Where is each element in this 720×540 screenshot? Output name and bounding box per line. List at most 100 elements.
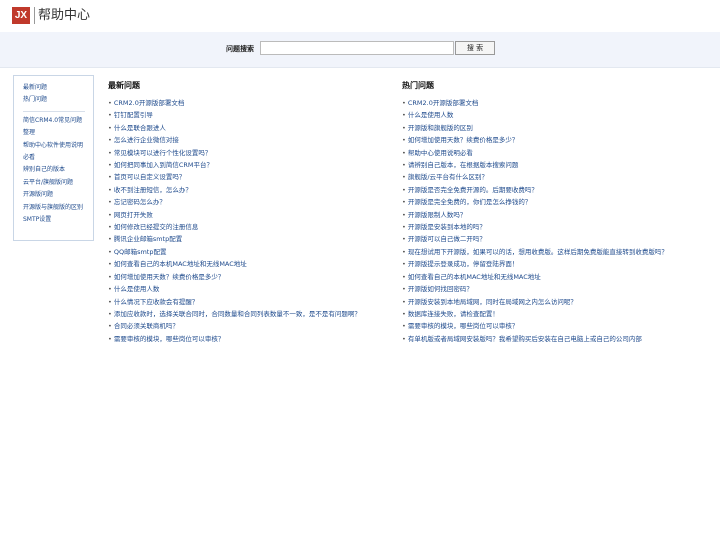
question-link[interactable]: • 如何查看自己的本机MAC地址和无线MAC地址 (108, 258, 393, 270)
site-title[interactable]: 帮助中心 (38, 6, 90, 25)
search-button[interactable]: 搜 索 (455, 41, 495, 55)
question-link[interactable]: • 收不到注册短信，怎么办？ (108, 184, 393, 196)
question-text: 如何查看自己的本机MAC地址和无线MAC地址 (407, 272, 541, 281)
question-text: 什么是使用人数 (113, 285, 160, 294)
question-link[interactable]: • CRM2.0开源版部署文档 (402, 97, 692, 109)
question-text: 什么是使用人数 (407, 111, 454, 120)
bullet-icon: • (402, 99, 406, 107)
question-link[interactable]: • 合同必须关联商机吗？ (108, 320, 393, 332)
question-link[interactable]: • 旗舰版/云平台有什么区别？ (402, 171, 692, 183)
question-text: 旗舰版/云平台有什么区别？ (407, 173, 489, 182)
bullet-icon: • (402, 309, 406, 318)
question-link[interactable]: • 如何修改已经提交的注册信息 (108, 221, 393, 233)
sidebar-item-help-guide[interactable]: 帮助中心软件使用说明 (23, 140, 93, 152)
sidebar-item-latest[interactable]: 最新问题 (23, 82, 93, 94)
question-link[interactable]: • 如何把同事加入到简信CRM平台？ (108, 159, 393, 171)
bullet-icon: • (402, 260, 406, 269)
bullet-icon: • (402, 297, 406, 306)
question-text: 开源版如何找回密码？ (407, 285, 473, 294)
question-link[interactable]: • 首页可以自定义设置吗？ (108, 171, 393, 183)
bullet-icon: • (402, 210, 406, 219)
question-link[interactable]: • 什么是使用人数 (402, 109, 692, 121)
question-link[interactable]: • 如何增加使用天数？续费价格是多少？ (402, 134, 692, 146)
question-text: 数据库连接失败，请检查配置！ (407, 309, 499, 318)
question-text: 需要审核的模块，哪些岗位可以审核？ (113, 334, 225, 343)
sidebar-item-identify-version[interactable]: 辨别自己的版本 (23, 164, 93, 176)
logo[interactable]: JX (12, 7, 30, 24)
bullet-icon: • (108, 260, 112, 269)
question-link[interactable]: • CRM2.0开源版部署文档 (108, 97, 393, 109)
question-link[interactable]: • 开源版可以自己做二开吗？ (402, 233, 692, 245)
hot-questions-section: 热门问题 • CRM2.0开源版部署文档 • 什么是使用人数 • 开源版和旗舰版的区别 • 如… (402, 81, 692, 345)
question-link[interactable]: • 开源版是完全免费的，你们是怎么挣钱的？ (402, 196, 692, 208)
sidebar-item-difference[interactable]: 开源版与旗舰版的区别 (23, 202, 93, 214)
question-text: 开源版提示登录成功，停留登陆界面！ (407, 260, 519, 269)
question-link[interactable]: • 数据库连接失败，请检查配置！ (402, 308, 692, 320)
question-link[interactable]: • 开源版提示登录成功，停留登陆界面！ (402, 258, 692, 270)
question-link[interactable]: • 开源版如何找回密码？ (402, 283, 692, 295)
latest-questions-list: • CRM2.0开源版部署文档 • 钉钉配置引导 • 什么是联合跟进人 • 怎么进行企业微信对… (108, 97, 393, 345)
latest-questions-section: 最新问题 • CRM2.0开源版部署文档 • 钉钉配置引导 • 什么是联合跟进人 • 怎么进行… (108, 81, 393, 345)
question-link[interactable]: • 钉钉配置引导 (108, 109, 393, 121)
question-link[interactable]: • 什么是联合跟进人 (108, 122, 393, 134)
sidebar-item-crm4-faq[interactable]: 简信CRM4.0常见问题 (23, 115, 93, 127)
question-link[interactable]: • 现在想试用下开源版，如果可以的话，想用收费版。这样后期免费版能直接转到收费版吗… (402, 246, 692, 258)
question-link[interactable]: • 开源版和旗舰版的区别 (402, 122, 692, 134)
question-text: 什么是联合跟进人 (113, 123, 166, 132)
sidebar-divider (23, 110, 85, 112)
question-text: 如何修改已经提交的注册信息 (113, 223, 199, 232)
bullet-icon: • (402, 173, 406, 182)
question-link[interactable]: • 什么情况下应收款会有提醒？ (108, 296, 393, 308)
question-text: 如何把同事加入到简信CRM平台？ (113, 161, 214, 170)
question-link[interactable]: • 开源版是否完全免费开源的。后期要收费吗？ (402, 184, 692, 196)
bullet-icon: • (402, 111, 406, 120)
sidebar-item-hot[interactable]: 热门问题 (23, 94, 93, 106)
bullet-icon: • (402, 247, 406, 256)
question-link[interactable]: • 开源版限制人数吗？ (402, 209, 692, 221)
question-link[interactable]: • 如何查看自己的本机MAC地址和无线MAC地址 (402, 271, 692, 283)
bullet-icon: • (108, 297, 112, 306)
question-link[interactable]: • 请辨别自己版本，在根据版本搜索问题 (402, 159, 692, 171)
question-text: 开源版是完全免费的，你们是怎么挣钱的？ (407, 198, 532, 207)
bullet-icon: • (108, 123, 112, 132)
question-text: CRM2.0开源版部署文档 (407, 99, 479, 107)
bullet-icon: • (108, 223, 112, 232)
question-link[interactable]: • 帮助中心使用说明必看 (402, 147, 692, 159)
question-text: 钉钉配置引导 (113, 111, 153, 120)
question-text: CRM2.0开源版部署文档 (113, 99, 185, 107)
search-input[interactable] (260, 41, 454, 55)
question-link[interactable]: • 网页打开失败 (108, 209, 393, 221)
question-link[interactable]: • 忘记密码怎么办？ (108, 196, 393, 208)
question-link[interactable]: • QQ邮箱smtp配置 (108, 246, 393, 258)
question-link[interactable]: • 如何增加使用天数？续费价格是多少？ (108, 271, 393, 283)
question-text: 收不到注册短信，怎么办？ (113, 185, 192, 194)
question-link[interactable]: • 需要审核的模块，哪些岗位可以审核？ (402, 320, 692, 332)
question-link[interactable]: • 常见模块可以进行个性化设置吗？ (108, 147, 393, 159)
sidebar: 最新问题 热门问题 简信CRM4.0常见问题 整理 帮助中心软件使用说明 必看 … (13, 75, 94, 241)
question-link[interactable]: • 开源版安装到本地局域网，同时在局域网之内怎么访问呢？ (402, 296, 692, 308)
bullet-icon: • (108, 309, 112, 318)
sidebar-item-open-source[interactable]: 开源版问题 (23, 189, 93, 201)
bullet-icon: • (402, 136, 406, 145)
bullet-icon: • (108, 148, 112, 157)
question-text: 开源版限制人数吗？ (407, 210, 467, 219)
question-link[interactable]: • 腾讯企业邮箱smtp配置 (108, 233, 393, 245)
question-link[interactable]: • 怎么进行企业微信对接 (108, 134, 393, 146)
question-link[interactable]: • 添加应收款时，选择关联合同时，合同数量和合同列表数量不一致，是不是有问题啊？ (108, 308, 393, 320)
question-link[interactable]: • 什么是使用人数 (108, 283, 393, 295)
question-text: 开源版是安装到本地的吗？ (407, 223, 486, 232)
sidebar-item-cloud-flagship[interactable]: 云平台/旗舰版问题 (23, 177, 93, 189)
bullet-icon: • (402, 223, 406, 232)
question-link[interactable]: • 需要审核的模块，哪些岗位可以审核？ (108, 333, 393, 345)
sidebar-item-smtp[interactable]: SMTP设置 (23, 214, 93, 226)
question-link[interactable]: • 有单机版或者局域网安装版吗？我希望购买后安装在自己电脑上或自己的公司内部 (402, 333, 692, 345)
bullet-icon: • (108, 272, 112, 281)
bullet-icon: • (108, 99, 112, 107)
bullet-icon: • (108, 173, 112, 182)
sidebar-item-help-guide-cont[interactable]: 必看 (23, 152, 93, 164)
question-text: 请辨别自己版本，在根据版本搜索问题 (407, 161, 519, 170)
bullet-icon: • (402, 272, 406, 281)
question-link[interactable]: • 开源版是安装到本地的吗？ (402, 221, 692, 233)
sidebar-item-crm4-faq-cont[interactable]: 整理 (23, 127, 93, 139)
bullet-icon: • (402, 148, 406, 157)
